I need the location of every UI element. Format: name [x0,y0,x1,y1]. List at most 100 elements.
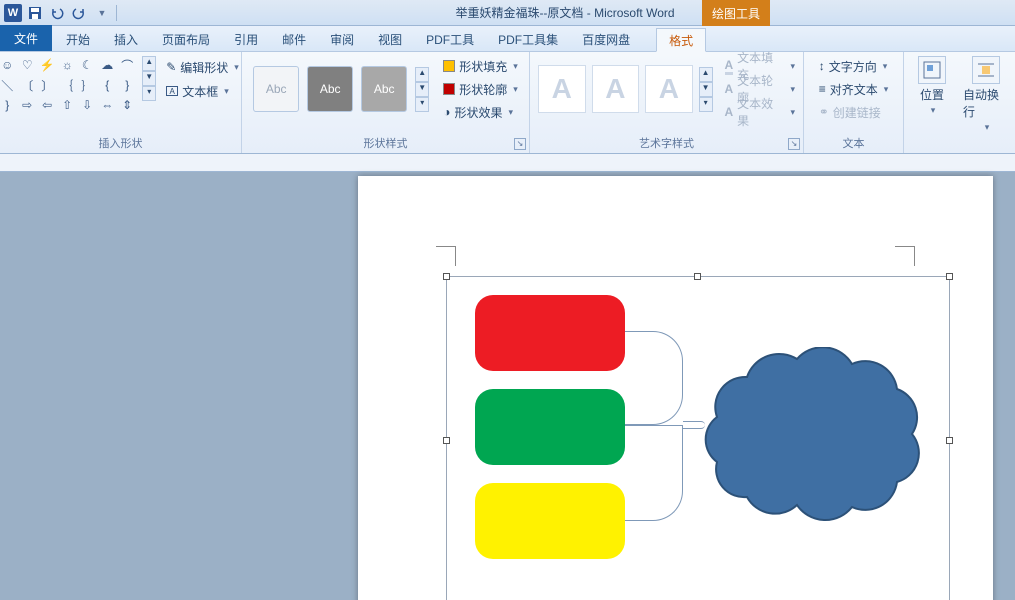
horizontal-ruler[interactable] [0,154,1015,172]
wrap-text-button[interactable]: 自动换行▾ [963,56,1009,133]
shape-cloud-icon[interactable]: ☁ [98,56,116,74]
shape-arrow-u-icon[interactable]: ⇧ [58,96,76,114]
shape-rounded-rect-green[interactable] [475,389,625,465]
shape-lbrace-icon[interactable]: { [98,76,116,94]
text-direction-label: 文字方向 [829,58,877,75]
shape-arrow-ud-icon[interactable]: ⇕ [118,96,136,114]
redo-icon[interactable] [70,4,88,22]
shape-cloud[interactable] [697,347,927,532]
style-up-icon[interactable]: ▲ [415,67,429,82]
qat-more-icon[interactable]: ▼ [92,4,110,22]
style-swatch-2[interactable]: Abc [307,66,353,112]
group-shape-styles: Abc Abc Abc ▲ ▼ ▾ 形状填充▾ 形状轮廓▾ ◑形状效果▾ 形状样… [242,52,530,153]
styles-dialog-launcher[interactable]: ↘ [514,138,526,150]
group-label-text: 文本 [804,135,903,151]
canvas-handle-w[interactable] [443,437,450,444]
wordart-up-icon[interactable]: ▲ [699,67,713,82]
shape-rounded-rect-red[interactable] [475,295,625,371]
edit-shape-button[interactable]: ✎ 编辑形状▾ [162,56,243,78]
shape-lightning-icon[interactable]: ⚡ [38,56,56,74]
shape-smiley-icon[interactable]: ☺ [0,56,16,74]
canvas-handle-ne[interactable] [946,273,953,280]
shape-brace2-icon[interactable]: ｝ [78,76,96,94]
document-area [0,154,1015,600]
wrap-icon [972,56,1000,84]
shapes-gallery-scroll[interactable]: ▲ ▼ ▾ [142,56,156,101]
tab-references[interactable]: 引用 [222,27,270,51]
tab-review[interactable]: 审阅 [318,27,366,51]
effects-icon: ◑ [443,105,450,119]
gallery-up-icon[interactable]: ▲ [142,56,156,71]
tab-layout[interactable]: 页面布局 [150,27,222,51]
wordart-gallery-scroll[interactable]: ▲ ▼ ▾ [699,67,713,112]
text-effects-button[interactable]: A文本效果▾ [725,102,796,122]
link-icon: ⚭ [819,105,829,119]
shape-rounded-rect-yellow[interactable] [475,483,625,559]
style-swatch-1[interactable]: Abc [253,66,299,112]
tab-home[interactable]: 开始 [54,27,102,51]
tab-pdfset[interactable]: PDF工具集 [486,27,570,51]
connector-top[interactable] [625,331,683,425]
position-button[interactable]: 位置▾ [909,56,955,133]
shape-outline-button[interactable]: 形状轮廓▾ [443,79,518,99]
shape-effects-button[interactable]: ◑形状效果▾ [443,102,518,122]
shape-rbrace2-icon[interactable]: } [0,96,16,114]
shape-outline-label: 形状轮廓 [459,81,507,98]
gallery-down-icon[interactable]: ▼ [142,71,156,86]
tab-insert[interactable]: 插入 [102,27,150,51]
shape-arc-icon[interactable]: ⌒ [118,56,136,74]
align-text-button[interactable]: ≡对齐文本▾ [819,79,889,99]
tab-file[interactable]: 文件 [0,25,52,51]
style-more-icon[interactable]: ▾ [415,97,429,112]
shape-moon-icon[interactable]: ☾ [78,56,96,74]
wordart-more-icon[interactable]: ▾ [699,97,713,112]
style-swatch-3[interactable]: Abc [361,66,407,112]
position-label: 位置 [920,86,944,103]
shape-arrow-lr-icon[interactable]: ⇔ [98,96,116,114]
gallery-more-icon[interactable]: ▾ [142,86,156,101]
undo-icon[interactable] [48,4,66,22]
shape-fill-button[interactable]: 形状填充▾ [443,56,518,76]
style-gallery-scroll[interactable]: ▲ ▼ ▾ [415,67,429,112]
shape-sun-icon[interactable]: ☼ [58,56,76,74]
shapes-gallery[interactable]: ☺ ♡ ⚡ ☼ ☾ ☁ ⌒ ＼ 〔 〕 ｛ ｝ { } } ⇨ ⇦ ⇧ ⇩ ⇔ [0,56,136,114]
group-label-wordart: 艺术字样式 [530,135,803,151]
group-wordart-styles: A A A ▲ ▼ ▾ A文本填充▾ A文本轮廓▾ A文本效果▾ 艺术字样式 ↘ [530,52,804,153]
group-label-styles: 形状样式 [242,135,529,151]
shape-bracket2-icon[interactable]: 〕 [38,76,56,94]
save-icon[interactable] [26,4,44,22]
tab-mailings[interactable]: 邮件 [270,27,318,51]
drawing-canvas[interactable] [446,276,950,600]
wordart-dialog-launcher[interactable]: ↘ [788,138,800,150]
wordart-swatch-2[interactable]: A [592,65,640,113]
tab-baidu[interactable]: 百度网盘 [570,27,642,51]
text-box-button[interactable]: A 文本框▾ [162,80,243,102]
shape-bracket1-icon[interactable]: 〔 [18,76,36,94]
style-down-icon[interactable]: ▼ [415,82,429,97]
wrap-label: 自动换行 [963,86,1009,120]
shape-line-icon[interactable]: ＼ [0,76,16,94]
canvas-handle-n[interactable] [694,273,701,280]
ribbon: ☺ ♡ ⚡ ☼ ☾ ☁ ⌒ ＼ 〔 〕 ｛ ｝ { } } ⇨ ⇦ ⇧ ⇩ ⇔ [0,52,1015,154]
wordart-down-icon[interactable]: ▼ [699,82,713,97]
connector-bottom[interactable] [625,425,683,521]
shape-brace1-icon[interactable]: ｛ [58,76,76,94]
tab-view[interactable]: 视图 [366,27,414,51]
canvas-handle-nw[interactable] [443,273,450,280]
wordart-swatch-3[interactable]: A [645,65,693,113]
shape-arrow-d-icon[interactable]: ⇩ [78,96,96,114]
create-link-button[interactable]: ⚭创建链接 [819,102,889,122]
shape-rbrace-icon[interactable]: } [118,76,136,94]
word-app-icon: W [4,4,22,22]
wordart-swatch-1[interactable]: A [538,65,586,113]
tab-pdftool[interactable]: PDF工具 [414,27,486,51]
tab-format[interactable]: 格式 [656,28,706,52]
page[interactable] [358,176,993,600]
text-effects-icon: A [725,105,734,119]
document-viewport[interactable] [0,154,1015,600]
canvas-handle-e[interactable] [946,437,953,444]
shape-arrow-l-icon[interactable]: ⇦ [38,96,56,114]
shape-heart-icon[interactable]: ♡ [18,56,36,74]
shape-arrow-r-icon[interactable]: ⇨ [18,96,36,114]
text-direction-button[interactable]: ↕文字方向▾ [819,56,889,76]
